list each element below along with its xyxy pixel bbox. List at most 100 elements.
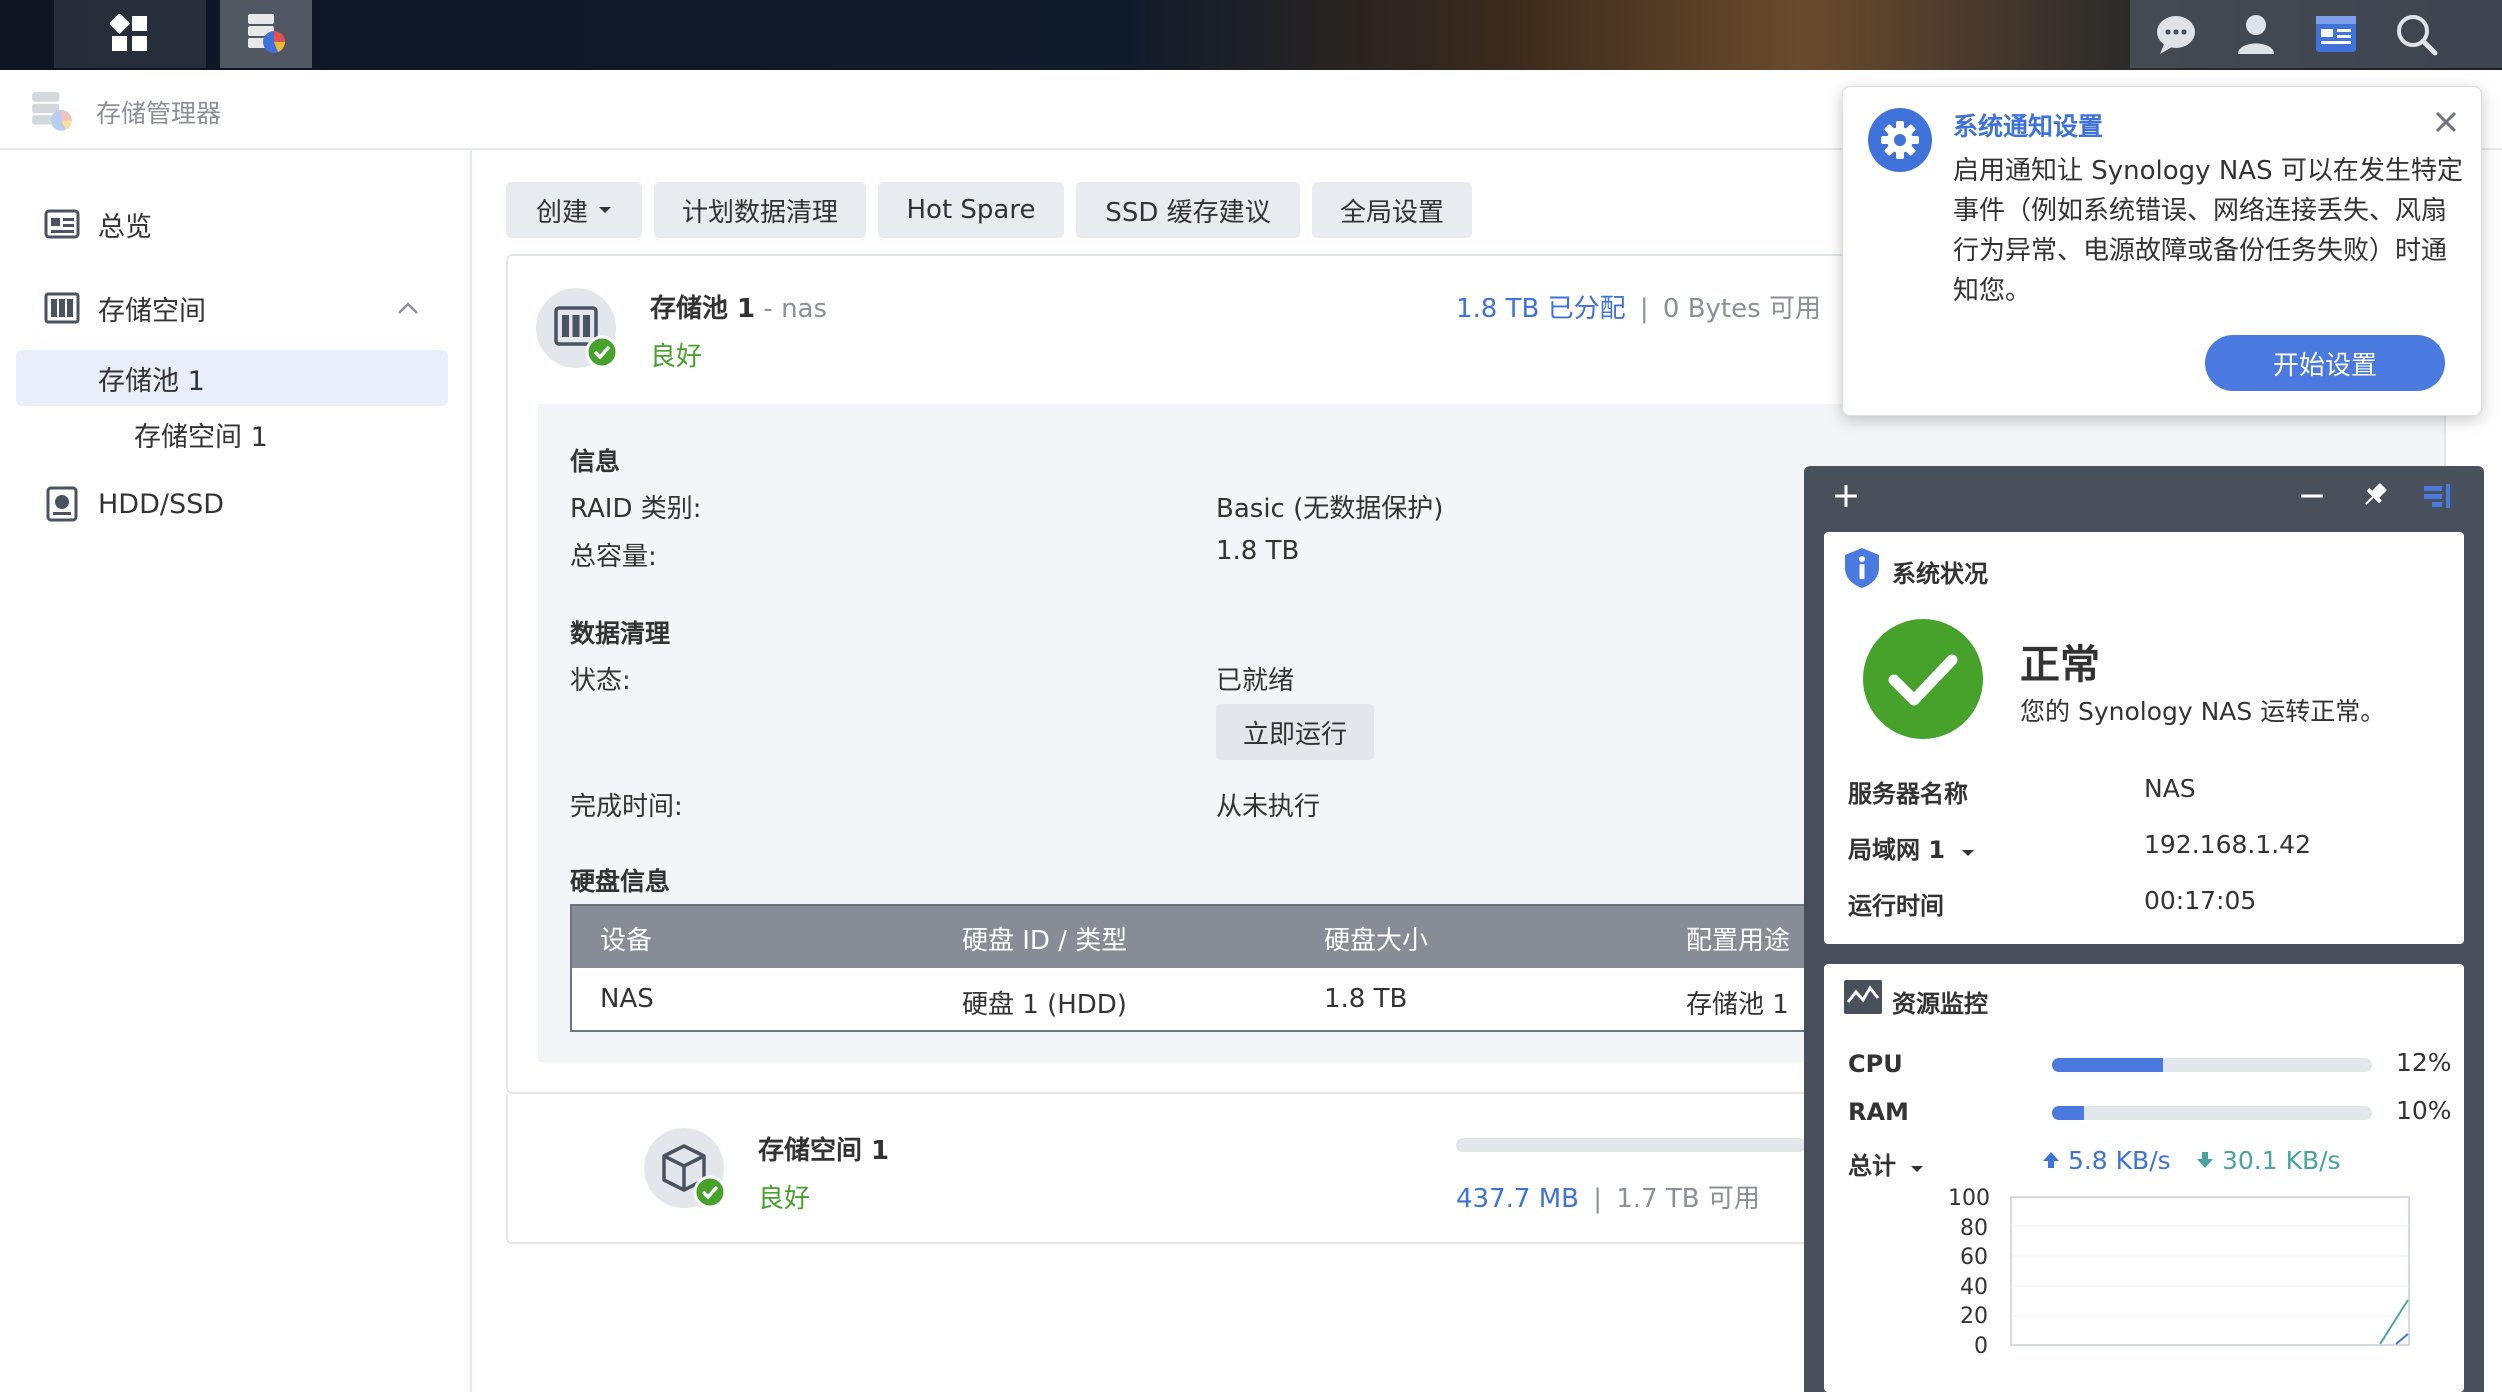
global-settings-button[interactable]: 全局设置 <box>1312 182 1472 238</box>
hot-spare-button[interactable]: Hot Spare <box>878 182 1064 238</box>
sidebar-item-volume-1[interactable]: 存储空间 1 <box>16 406 448 462</box>
volume-usage-divider: | <box>1593 1184 1602 1214</box>
healthy-check-icon <box>1863 619 1983 739</box>
sidebar-dock-icon[interactable] <box>2422 482 2454 510</box>
lan-dropdown[interactable]: 局域网 1 <box>1848 830 1975 865</box>
column-header-usage[interactable]: 配置用途 <box>1686 920 1790 957</box>
resource-monitor-widget: 资源监控 CPU 12% RAM 10% 总计 5.8 KB/s 30.1 KB… <box>1824 964 2464 1392</box>
total-label: 总计 <box>1848 1152 1896 1180</box>
upload-value: 5.8 KB/s <box>2067 1146 2171 1175</box>
caret-down-icon <box>1962 850 1975 856</box>
resource-monitor-icon <box>1844 980 1882 1014</box>
lan-ip-value: 192.168.1.42 <box>2144 830 2311 859</box>
notification-title: 系统通知设置 <box>1953 112 2104 141</box>
pool-available: 0 Bytes 可用 <box>1662 294 1821 324</box>
pool-usage: 1.8 TB 已分配 | 0 Bytes 可用 <box>1456 288 1821 325</box>
run-now-button[interactable]: 立即运行 <box>1216 704 1374 760</box>
pool-allocated: 1.8 TB 已分配 <box>1456 294 1626 324</box>
cpu-meter-fill <box>2052 1058 2164 1072</box>
scrub-heading: 数据清理 <box>570 619 671 648</box>
search-icon[interactable] <box>2392 10 2440 58</box>
pin-icon[interactable] <box>2360 480 2390 510</box>
cell-disk-size: 1.8 TB <box>1324 984 1408 1014</box>
chart-tick: 20 <box>1960 1304 1988 1329</box>
volume-usage: 437.7 MB | 1.7 TB 可用 <box>1456 1178 1760 1215</box>
total-dropdown[interactable]: 总计 <box>1848 1146 1924 1181</box>
storage-manager-logo-icon <box>32 92 72 131</box>
chart-tick: 0 <box>1974 1334 1988 1359</box>
pool-status: 良好 <box>650 342 703 372</box>
upload-rate: 5.8 KB/s <box>2042 1146 2171 1175</box>
storage-manager-taskbar-button[interactable] <box>220 0 312 68</box>
chevron-up-icon[interactable] <box>396 298 420 318</box>
ram-meter <box>2052 1106 2372 1120</box>
ram-value: 10% <box>2396 1096 2452 1125</box>
schedule-scrub-button[interactable]: 计划数据清理 <box>654 182 866 238</box>
column-header-disk-id[interactable]: 硬盘 ID / 类型 <box>962 920 1127 957</box>
chat-icon[interactable] <box>2152 10 2200 58</box>
upload-arrow-icon <box>2043 1152 2059 1168</box>
system-state: 正常 <box>2020 642 2100 688</box>
cpu-value: 12% <box>2396 1048 2452 1077</box>
pool-separator: - <box>755 294 782 324</box>
caret-down-icon <box>599 207 611 213</box>
cell-usage: 存储池 1 <box>1686 990 1789 1020</box>
volume-icon <box>644 1128 727 1209</box>
overview-icon <box>44 209 80 239</box>
sidebar-label: HDD/SSD <box>98 488 225 520</box>
network-chart <box>2010 1196 2410 1346</box>
sidebar-item-storage[interactable]: 存储空间 <box>16 280 448 336</box>
info-shield-icon <box>1845 548 1879 588</box>
ssd-cache-advisor-button[interactable]: SSD 缓存建议 <box>1076 182 1300 238</box>
sidebar-label: 总览 <box>98 211 152 243</box>
notification-body: 启用通知让 Synology NAS 可以在发生特定事件（例如系统错误、网络连接… <box>1953 156 2463 306</box>
finish-time-label: 完成时间: <box>570 792 683 822</box>
resource-monitor-title: 资源监控 <box>1892 990 1988 1018</box>
server-name-value: NAS <box>2144 774 2196 803</box>
uptime-label: 运行时间 <box>1848 892 1944 920</box>
pool-host: nas <box>781 294 828 324</box>
column-header-device[interactable]: 设备 <box>600 920 652 957</box>
main-menu-button[interactable] <box>54 0 206 68</box>
chart-tick: 60 <box>1960 1245 1988 1270</box>
volume-status: 良好 <box>758 1184 811 1214</box>
scrub-status-label: 状态: <box>570 666 631 696</box>
cell-disk-id: 硬盘 1 (HDD) <box>962 990 1127 1020</box>
volume-available: 1.7 TB 可用 <box>1616 1184 1760 1214</box>
settings-gear-icon <box>1868 108 1932 172</box>
notification-popup: 系统通知设置 启用通知让 Synology NAS 可以在发生特定事件（例如系统… <box>1842 86 2482 416</box>
volume-usage-bar <box>1456 1138 1806 1152</box>
close-icon[interactable] <box>2433 109 2459 135</box>
info-heading: 信息 <box>570 447 621 476</box>
sidebar-label: 存储空间 <box>98 295 206 327</box>
add-widget-icon[interactable] <box>1832 482 1860 510</box>
chart-tick: 40 <box>1960 1275 1988 1300</box>
storage-pool-icon <box>536 288 619 369</box>
widgets-icon[interactable] <box>2312 10 2360 58</box>
capacity-value: 1.8 TB <box>1216 536 1300 566</box>
sidebar-item-storage-pool-1[interactable]: 存储池 1 <box>16 350 448 406</box>
pool-name: 存储池 1 <box>650 294 756 324</box>
create-button[interactable]: 创建 <box>506 182 642 238</box>
scrub-status-value: 已就绪 <box>1216 666 1295 696</box>
user-icon[interactable] <box>2232 10 2280 58</box>
download-value: 30.1 KB/s <box>2221 1146 2341 1175</box>
ram-label: RAM <box>1848 1098 1909 1126</box>
disk-table: 设备 硬盘 ID / 类型 硬盘大小 配置用途 NAS 硬盘 1 (HDD) 1… <box>570 904 1950 1032</box>
system-tray <box>2130 0 2502 68</box>
pool-title: 存储池 1 - nas <box>650 288 827 325</box>
column-header-disk-size[interactable]: 硬盘大小 <box>1324 920 1428 957</box>
minimize-icon[interactable] <box>2298 482 2326 510</box>
uptime-value: 00:17:05 <box>2144 886 2257 915</box>
capacity-label: 总容量: <box>570 542 657 572</box>
chart-tick: 80 <box>1960 1216 1988 1241</box>
widgets-panel: 系统状况 正常 您的 Synology NAS 运转正常。 服务器名称 NAS … <box>1804 466 2484 1392</box>
sidebar-item-hdd-ssd[interactable]: HDD/SSD <box>16 476 448 532</box>
cpu-label: CPU <box>1848 1050 1903 1078</box>
start-setup-button[interactable]: 开始设置 <box>2205 335 2445 391</box>
sidebar-label: 存储空间 1 <box>134 421 268 453</box>
sidebar-item-overview[interactable]: 总览 <box>16 196 448 252</box>
volume-name: 存储空间 1 <box>758 1136 890 1166</box>
sidebar: 总览 存储空间 存储池 1 存储空间 1 HDD/SSD <box>0 150 472 1392</box>
download-arrow-icon <box>2197 1152 2213 1168</box>
